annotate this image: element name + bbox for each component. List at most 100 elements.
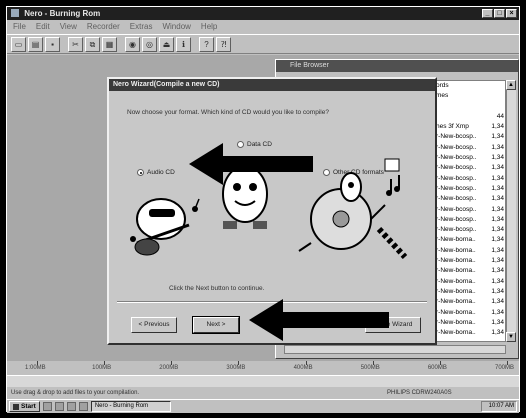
menu-edit[interactable]: Edit xyxy=(36,21,50,33)
list-item[interactable]: mes xyxy=(427,91,505,101)
file-name: r-New-borna.. xyxy=(436,236,476,244)
list-item[interactable]: nes 3f Xmp 1,34 xyxy=(427,122,505,132)
wizard-question: Now choose your format. Which kind of CD… xyxy=(127,109,329,116)
list-item[interactable]: r-New-borna.. 1,34 xyxy=(427,328,505,338)
list-item[interactable]: r-New-bcosp.. 1,34 xyxy=(427,215,505,225)
list-item[interactable]: r-New-borna.. 1,34 xyxy=(427,277,505,287)
browser-icon[interactable] xyxy=(54,402,64,411)
app-icon xyxy=(11,9,19,17)
list-item[interactable]: r-New-bcosp.. 1,34 xyxy=(427,143,505,153)
list-item[interactable]: ords xyxy=(427,81,505,91)
new-icon[interactable]: ▭ xyxy=(11,37,26,52)
file-size: 1,34 xyxy=(491,308,504,316)
file-name: r-New-bcosp.. xyxy=(436,215,477,223)
menu-help[interactable]: Help xyxy=(201,21,217,33)
file-name: r-New-borna.. xyxy=(436,298,476,306)
wizard-hint: Click the Next button to continue. xyxy=(169,285,265,292)
file-size: 1,34 xyxy=(491,195,504,203)
whatsthis-icon[interactable]: ⁈ xyxy=(216,37,231,52)
burn-icon[interactable]: ◎ xyxy=(142,37,157,52)
file-name: ords xyxy=(436,82,449,89)
ruler-tick-label: 100MB xyxy=(92,365,112,371)
list-item[interactable]: r-New-borna.. 1,34 xyxy=(427,246,505,256)
toolbar: ▭ ▤ ▪ ✂ ⧉ ▦ ◉ ◎ ⏏ ℹ ? ⁈ xyxy=(7,34,519,54)
recorder-name: PHILIPS CDRW240A0S xyxy=(387,390,452,396)
file-name: r-New-borna.. xyxy=(436,329,476,337)
app-window: Nero - Burning Rom _ □ × File Edit View … xyxy=(6,6,520,413)
file-size: 1,34 xyxy=(491,246,504,254)
record-icon[interactable]: ◉ xyxy=(125,37,140,52)
ruler-tick-label: 300MB xyxy=(226,365,246,371)
open-icon[interactable]: ▤ xyxy=(28,37,43,52)
mail-icon[interactable] xyxy=(66,402,76,411)
menu-recorder[interactable]: Recorder xyxy=(87,21,120,33)
list-item[interactable]: r-New-borna.. 1,34 xyxy=(427,235,505,245)
scroll-down-icon[interactable]: ▼ xyxy=(506,332,516,342)
list-item[interactable]: r-New-borna.. 1,34 xyxy=(427,287,505,297)
taskbar-nero-item[interactable]: Nero - Burning Rom xyxy=(90,401,171,412)
file-name: r-New-bcosp.. xyxy=(436,226,477,234)
previous-button[interactable]: < Previous xyxy=(131,317,177,333)
list-item[interactable]: r-New-borna.. 1,34 xyxy=(427,266,505,276)
file-name: r-New-bcosp.. xyxy=(436,133,477,141)
minimize-button[interactable]: _ xyxy=(482,9,493,18)
paste-icon[interactable]: ▦ xyxy=(102,37,117,52)
list-item[interactable]: r-New-borna.. 1,34 xyxy=(427,297,505,307)
file-list: ords mes 44 nes 3f Xmp 1,34 r-New-bcosp.. 1,34… xyxy=(426,80,506,342)
maximize-button[interactable]: □ xyxy=(494,9,505,18)
list-item[interactable]: r-New-borna.. 1,34 xyxy=(427,318,505,328)
save-icon[interactable]: ▪ xyxy=(45,37,60,52)
help-icon[interactable]: ? xyxy=(199,37,214,52)
list-item[interactable]: r-New-bcosp.. 1,34 xyxy=(427,174,505,184)
file-size: 1,34 xyxy=(491,226,504,234)
file-size: 1,34 xyxy=(491,184,504,192)
file-size: 1,34 xyxy=(491,154,504,162)
list-item[interactable]: r-New-bcosp.. 1,34 xyxy=(427,225,505,235)
file-size: 1,34 xyxy=(491,329,504,337)
info-icon[interactable]: ℹ xyxy=(176,37,191,52)
file-name: r-New-bcosp.. xyxy=(436,164,477,172)
list-item[interactable]: 44 xyxy=(427,112,505,122)
copy-icon[interactable]: ⧉ xyxy=(85,37,100,52)
list-item[interactable]: r-New-bcosp.. 1,34 xyxy=(427,184,505,194)
vertical-scrollbar[interactable]: ▲ ▼ xyxy=(506,80,516,342)
ruler-tick-label: 200MB xyxy=(159,365,179,371)
status-text: Use drag & drop to add files to your com… xyxy=(11,390,140,396)
list-item[interactable]: r-New-bcosp.. 1,34 xyxy=(427,132,505,142)
file-name: mes xyxy=(436,92,449,100)
file-size: 1,34 xyxy=(491,257,504,265)
menu-view[interactable]: View xyxy=(60,21,77,33)
cut-icon[interactable]: ✂ xyxy=(68,37,83,52)
list-item[interactable]: r-New-bcosp.. 1,34 xyxy=(427,163,505,173)
list-item[interactable]: r-New-bcosp.. 1,34 xyxy=(427,194,505,204)
scroll-up-icon[interactable]: ▲ xyxy=(506,80,516,90)
list-item[interactable] xyxy=(427,102,505,112)
menu-window[interactable]: Window xyxy=(162,21,190,33)
start-label: Start xyxy=(21,403,36,410)
file-size: 1,34 xyxy=(491,267,504,275)
file-size xyxy=(487,102,505,112)
start-button[interactable]: Start xyxy=(9,401,40,412)
list-item[interactable]: r-New-bcosp.. 1,34 xyxy=(427,205,505,215)
channels-icon[interactable] xyxy=(78,402,88,411)
next-button[interactable]: Next > xyxy=(192,316,240,334)
list-item[interactable]: r-New-borna.. 1,34 xyxy=(427,256,505,266)
list-item[interactable]: r-New-bcosp.. 1,34 xyxy=(427,153,505,163)
close-button[interactable]: × xyxy=(506,9,517,18)
file-size: 1,34 xyxy=(491,287,504,295)
desktop-icon[interactable] xyxy=(42,402,52,411)
menu-extras[interactable]: Extras xyxy=(130,21,153,33)
horizontal-scrollbar[interactable] xyxy=(284,345,506,354)
status-bar: Use drag & drop to add files to your com… xyxy=(7,388,519,398)
list-item[interactable]: r-New-borna.. 1,34 xyxy=(427,308,505,318)
file-name: r-New-bcosp.. xyxy=(436,195,477,203)
menu-file[interactable]: File xyxy=(13,21,26,33)
system-clock: 10:07 AM xyxy=(481,401,517,412)
ruler-tick-label: 400MB xyxy=(293,365,313,371)
eject-icon[interactable]: ⏏ xyxy=(159,37,174,52)
file-name: r-New-bcosp.. xyxy=(436,154,477,162)
ruler-tick-label: 500MB xyxy=(360,365,380,371)
taskbar: Start Nero - Burning Rom 10:07 AM xyxy=(7,399,519,413)
file-name xyxy=(436,112,487,122)
file-size: 1,34 xyxy=(491,318,504,326)
